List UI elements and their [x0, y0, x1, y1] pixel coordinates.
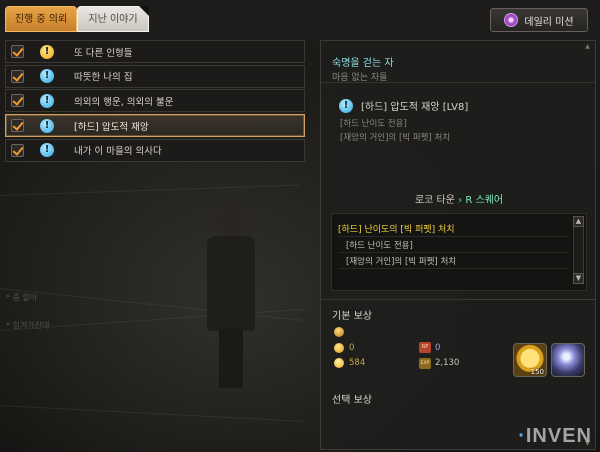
quest-tracking-checkbox[interactable] — [11, 69, 24, 83]
character-legs — [219, 328, 243, 388]
exp-reward-value: 2,130 — [435, 358, 460, 368]
quest-list: ! 또 다른 인형들 ! 따뜻한 나의 집 ! 의외의 행운, 의외의 불운 !… — [5, 40, 305, 163]
side-quest-exclamation-icon: ! — [339, 98, 353, 113]
quest-tracking-checkbox[interactable] — [11, 94, 24, 108]
background-note: * 중 할아 — [6, 293, 38, 302]
npc-name: 숙명을 걷는 자 — [332, 58, 394, 69]
quest-row[interactable]: ! 의외의 행운, 의외의 불운 — [5, 89, 305, 113]
objective-title: [하드] 난이도의 [빅 퍼펫] 처치 — [338, 225, 455, 235]
quest-tracking-checkbox[interactable] — [11, 143, 24, 157]
daily-mission-icon — [504, 13, 519, 27]
divider — [321, 299, 595, 300]
quest-title: 또 다른 인형들 — [74, 47, 133, 59]
gold-coin-icon — [334, 343, 344, 353]
quest-row-selected[interactable]: ! [하드] 압도적 재앙 — [5, 114, 305, 138]
tab-label: 지난 이야기 — [88, 14, 138, 25]
quest-row[interactable]: ! 따뜻한 나의 집 — [5, 64, 305, 88]
basic-reward-label: 기본 보상 — [332, 311, 372, 322]
character-body — [207, 236, 255, 331]
exp-icon: EXP — [419, 358, 431, 369]
quest-tracking-checkbox[interactable] — [11, 45, 24, 58]
character-head — [216, 205, 246, 239]
npc-subtitle: 마음 없는 자들 — [332, 73, 388, 83]
item-count: 150 — [530, 368, 544, 376]
tab-in-progress[interactable]: 진행 중 의뢰 — [5, 6, 77, 32]
side-quest-exclamation-icon: ! — [40, 69, 54, 84]
rp-icon: RP — [419, 342, 431, 353]
tab-label: 진행 중 의뢰 — [14, 14, 68, 25]
background-note: * 힘겨가찬대 — [6, 321, 50, 330]
objective-line: [하드 난이도 전용] — [346, 241, 413, 251]
location-arrow-icon: › — [458, 195, 463, 206]
quest-row[interactable]: ! 내가 이 마을의 의사다 — [5, 138, 305, 162]
reward-badge-icon — [334, 327, 344, 337]
quest-row[interactable]: ! 또 다른 인형들 — [5, 40, 305, 63]
watermark: ·INVEN — [518, 425, 592, 447]
quest-detail-line: [재앙의 거인]의 [빅 퍼펫] 처치 — [340, 133, 451, 143]
scroll-up-icon[interactable]: ▲ — [583, 42, 592, 51]
divider — [338, 252, 568, 253]
quest-title: 의외의 행운, 의외의 불운 — [74, 96, 174, 108]
detail-scrollbar[interactable]: ▲ ▼ — [583, 42, 593, 448]
location-to: R 스퀘어 — [465, 195, 504, 206]
quest-detail-panel: 숙명을 걷는 자 마음 없는 자들 ! [하드] 압도적 재앙 [LV8] [하… — [320, 40, 596, 450]
divider — [338, 268, 568, 269]
gold-coin-icon — [334, 358, 344, 368]
quest-tracking-checkbox[interactable] — [11, 119, 24, 133]
npc-header: 숙명을 걷는 자 마음 없는 자들 — [321, 41, 595, 83]
side-quest-exclamation-icon: ! — [40, 118, 54, 133]
quest-detail-header: ! [하드] 압도적 재앙 [LV8] — [339, 98, 468, 113]
crystal-shard-icon[interactable] — [551, 343, 585, 377]
side-quest-exclamation-icon: ! — [40, 143, 54, 158]
side-quest-exclamation-icon: ! — [40, 93, 54, 108]
tab-past-stories[interactable]: 지난 이야기 — [77, 6, 149, 32]
quest-title: 내가 이 마을의 의사다 — [74, 146, 162, 158]
quest-detail-line: [하드 난이도 전용] — [340, 119, 407, 129]
gold-coin-bag-icon[interactable]: 150 — [513, 343, 547, 377]
select-reward-label: 선택 보상 — [332, 395, 372, 406]
quest-title: [하드] 압도적 재앙 — [74, 121, 149, 133]
quest-location[interactable]: 로코 타운 › R 스퀘어 — [331, 191, 587, 211]
tab-corner — [139, 6, 149, 16]
objective-box: [하드] 난이도의 [빅 퍼펫] 처치 [하드 난이도 전용] [재앙의 거인]… — [331, 213, 587, 291]
divider — [338, 236, 568, 237]
location-from: 로코 타운 — [414, 195, 455, 206]
quest-detail-title: [하드] 압도적 재앙 [LV8] — [361, 102, 469, 113]
rp-reward-value: 0 — [435, 343, 441, 353]
gold-reward-value: 584 — [349, 358, 366, 368]
watermark-text: INVEN — [525, 425, 592, 447]
daily-mission-label: 데일리 미션 — [524, 16, 574, 28]
gold-reward-value: 0 — [349, 343, 355, 353]
daily-mission-button[interactable]: 데일리 미션 — [490, 8, 588, 32]
objective-line: [재앙의 거인]의 [빅 퍼펫] 처치 — [346, 257, 457, 267]
main-quest-exclamation-icon: ! — [40, 44, 54, 59]
quest-title: 따뜻한 나의 집 — [74, 72, 133, 84]
